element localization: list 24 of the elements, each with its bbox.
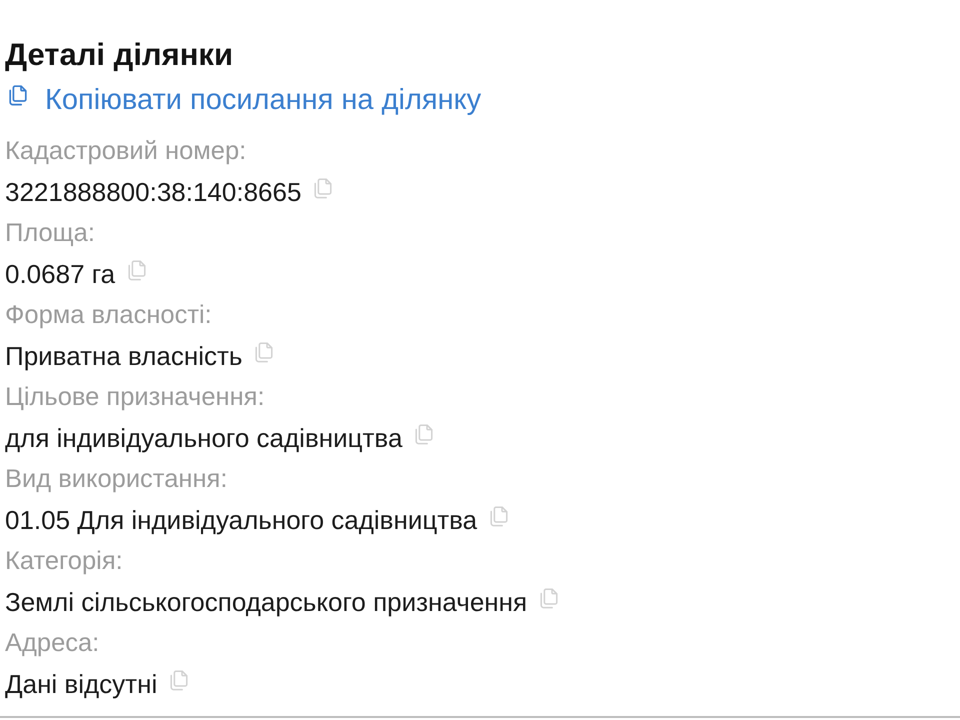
copy-icon[interactable] xyxy=(254,342,274,363)
copy-icon[interactable] xyxy=(539,588,558,609)
field-value: 0.0687 га xyxy=(5,258,116,291)
field-value: для індивідуального садівництва xyxy=(5,422,402,455)
field-label: Цільове призначення: xyxy=(5,382,265,413)
field-value: Приватна власність xyxy=(5,340,242,373)
field-label: Категорія: xyxy=(5,546,123,577)
field-label: Вид використання: xyxy=(5,464,228,495)
field-label: Адреса: xyxy=(5,628,100,659)
copy-icon[interactable] xyxy=(127,260,146,281)
copy-icon[interactable] xyxy=(313,178,332,199)
copy-icon[interactable] xyxy=(414,424,434,445)
field-label: Площа: xyxy=(5,218,95,249)
copy-link-button[interactable]: Копіювати посилання на ділянку xyxy=(5,80,482,120)
field-label: Кадастровий номер: xyxy=(5,136,246,167)
copy-icon[interactable] xyxy=(169,670,188,691)
panel-title: Деталі ділянки xyxy=(5,36,234,74)
field-value: Дані відсутні xyxy=(5,668,158,701)
field-value: Землі сільськогосподарського призначення xyxy=(5,586,528,619)
field-label: Форма власності: xyxy=(5,300,212,331)
copy-icon xyxy=(8,84,27,106)
field-value: 3221888800:38:140:8665 xyxy=(5,176,302,209)
copy-icon[interactable] xyxy=(489,506,508,527)
field-value: 01.05 Для індивідуального садівництва xyxy=(5,504,478,537)
